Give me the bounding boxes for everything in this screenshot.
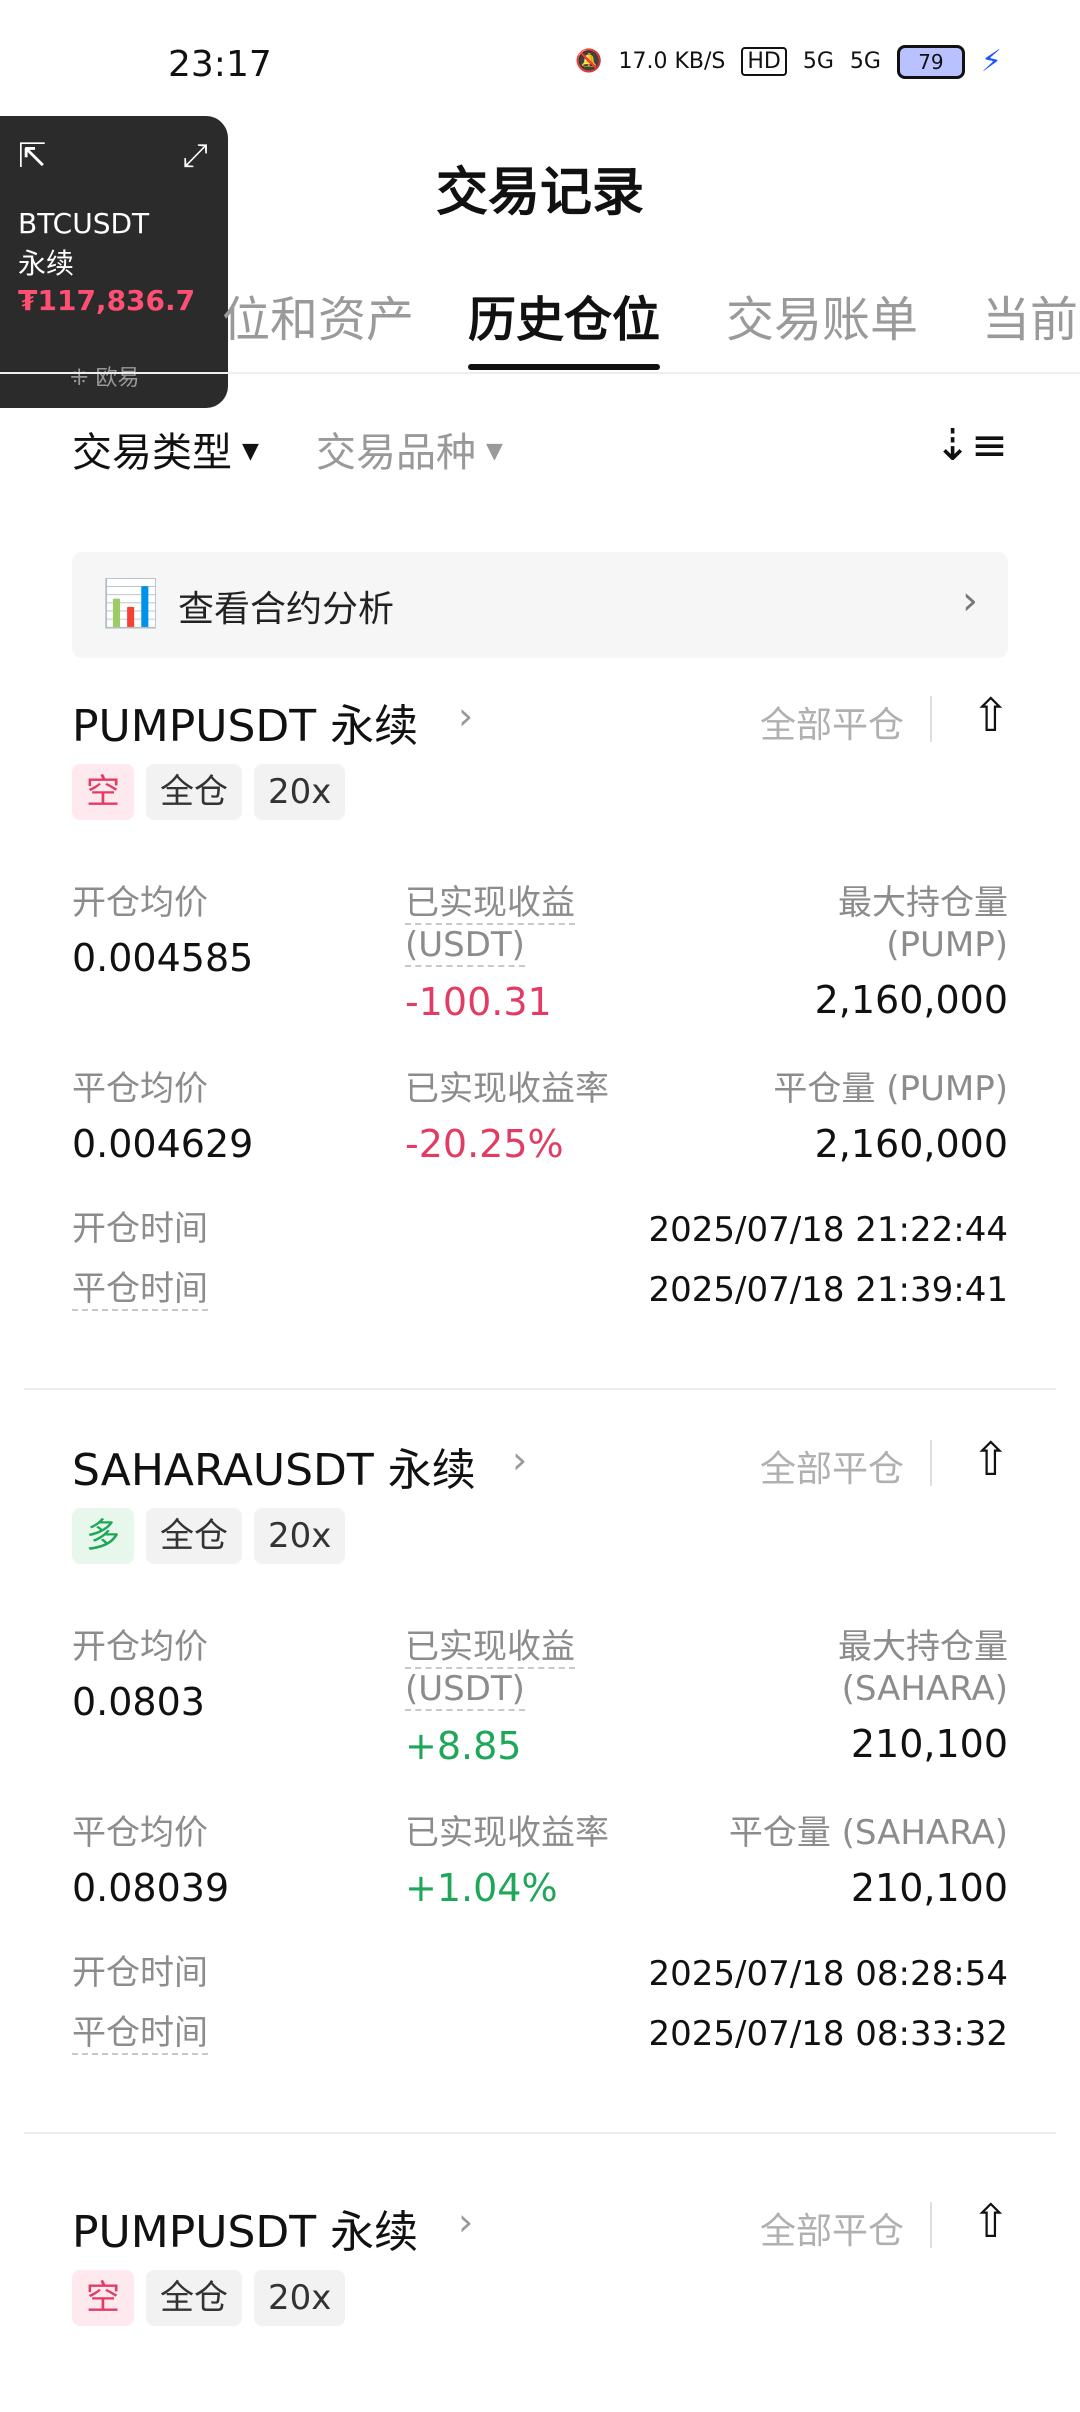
divider bbox=[930, 1440, 932, 1486]
pnl-label[interactable]: 已实现收益 (USDT) bbox=[405, 882, 575, 967]
pnl-value: -100.31 bbox=[405, 980, 552, 1024]
max-qty-label: 最大持仓量 (PUMP) bbox=[838, 883, 1008, 965]
badges: 空 全仓 20x bbox=[72, 764, 346, 820]
instrument-filter[interactable]: 交易品种 ▼ bbox=[316, 420, 503, 478]
max-qty-value: 2,160,000 bbox=[814, 978, 1008, 1022]
page-title: 交易记录 bbox=[435, 163, 644, 223]
close-all-label: 全部平仓 bbox=[759, 1449, 904, 1490]
badges: 多 全仓 20x bbox=[72, 1508, 346, 1564]
filter-bar: 交易类型 ▼ 交易品种 ▼ ⇣≡ bbox=[72, 420, 1008, 480]
divider bbox=[930, 696, 932, 742]
tab-current[interactable]: 当前 bbox=[982, 280, 1078, 350]
open-time-value: 2025/07/18 21:22:44 bbox=[648, 1210, 1008, 1250]
side-badge: 空 bbox=[72, 764, 134, 820]
pnl-rate-value: +1.04% bbox=[405, 1866, 558, 1910]
share-icon[interactable]: ⇧ bbox=[971, 688, 1010, 742]
card-divider bbox=[24, 2132, 1056, 2134]
close-all-label: 全部平仓 bbox=[759, 705, 904, 746]
position-card: SAHARAUSDT 永续 › 全部平仓 ⇧ 多 全仓 20x 开仓均价 0.0… bbox=[0, 1432, 1080, 2180]
caret-down-icon: ▼ bbox=[486, 439, 503, 464]
close-avg-value: 0.004629 bbox=[72, 1122, 254, 1166]
open-time-value: 2025/07/18 08:28:54 bbox=[648, 1954, 1008, 1994]
pnl-label[interactable]: 已实现收益 (USDT) bbox=[405, 1626, 575, 1711]
bar-chart-icon: 📊 bbox=[102, 576, 160, 630]
pnl-rate-label: 已实现收益率 bbox=[405, 1813, 609, 1853]
analysis-label: 查看合约分析 bbox=[178, 589, 395, 630]
open-avg-label: 开仓均价 bbox=[72, 1627, 208, 1667]
signal-5g-icon-2: 5G bbox=[849, 49, 881, 74]
share-icon[interactable]: ⇧ bbox=[971, 2194, 1010, 2248]
caret-down-icon: ▼ bbox=[242, 439, 259, 464]
close-time-label[interactable]: 平仓时间 bbox=[72, 1268, 208, 1311]
open-avg-value: 0.0803 bbox=[72, 1680, 205, 1724]
tab-bar: 位和资产 历史仓位 交易账单 当前 bbox=[0, 280, 1080, 374]
pnl-rate-label: 已实现收益率 bbox=[405, 1069, 609, 1109]
chevron-right-icon[interactable]: › bbox=[512, 1438, 527, 1482]
instrument-name[interactable]: PUMPUSDT 永续 bbox=[72, 2196, 418, 2260]
hd-icon: HD bbox=[741, 47, 787, 76]
trade-type-filter[interactable]: 交易类型 ▼ bbox=[72, 420, 259, 478]
tab-position-history[interactable]: 历史仓位 bbox=[468, 280, 661, 370]
side-badge: 空 bbox=[72, 2270, 134, 2326]
status-bar: 23:17 🔕 17.0 KB/S HD 5G 5G 79 ⚡ bbox=[0, 0, 1080, 120]
open-avg-label: 开仓均价 bbox=[72, 883, 208, 923]
net-speed: 17.0 KB/S bbox=[618, 49, 726, 74]
max-qty-label: 最大持仓量 (SAHARA) bbox=[838, 1627, 1008, 1709]
close-all-label: 全部平仓 bbox=[759, 2211, 904, 2252]
chevron-right-icon[interactable]: › bbox=[458, 694, 473, 738]
leverage-badge: 20x bbox=[254, 764, 346, 820]
tab-positions-assets[interactable]: 位和资产 bbox=[222, 280, 414, 350]
badges: 空 全仓 20x bbox=[72, 2270, 346, 2326]
close-qty-value: 210,100 bbox=[850, 1866, 1008, 1910]
instrument-name[interactable]: PUMPUSDT 永续 bbox=[72, 690, 418, 754]
close-time-label[interactable]: 平仓时间 bbox=[72, 2012, 208, 2055]
sort-icon[interactable]: ⇣≡ bbox=[934, 420, 1008, 471]
close-qty-label: 平仓量 (PUMP) bbox=[773, 1069, 1008, 1109]
close-qty-label: 平仓量 (SAHARA) bbox=[728, 1813, 1008, 1853]
chevron-right-icon[interactable]: › bbox=[458, 2200, 473, 2244]
margin-badge: 全仓 bbox=[146, 1508, 242, 1564]
close-time-value: 2025/07/18 08:33:32 bbox=[648, 2014, 1008, 2054]
margin-badge: 全仓 bbox=[146, 2270, 242, 2326]
close-avg-value: 0.08039 bbox=[72, 1866, 230, 1910]
battery-icon: 79 bbox=[896, 44, 965, 79]
status-time: 23:17 bbox=[168, 44, 272, 85]
max-qty-value: 210,100 bbox=[850, 1722, 1008, 1766]
tab-bills[interactable]: 交易账单 bbox=[726, 280, 918, 350]
chevron-right-icon: › bbox=[962, 578, 978, 624]
instrument-name[interactable]: SAHARAUSDT 永续 bbox=[72, 1434, 476, 1498]
signal-5g-icon: 5G bbox=[802, 49, 834, 74]
contract-analysis-link[interactable]: 📊 查看合约分析 › bbox=[72, 552, 1008, 658]
margin-badge: 全仓 bbox=[146, 764, 242, 820]
close-avg-label: 平仓均价 bbox=[72, 1069, 208, 1109]
status-icons: 🔕 17.0 KB/S HD 5G 5G 79 ⚡ bbox=[575, 44, 1002, 79]
leverage-badge: 20x bbox=[254, 1508, 346, 1564]
side-badge: 多 bbox=[72, 1508, 134, 1564]
position-card: PUMPUSDT 永续 › 全部平仓 ⇧ 空 全仓 20x 开仓均价 0.004… bbox=[0, 688, 1080, 1436]
open-time-label: 开仓时间 bbox=[72, 1953, 208, 1993]
pnl-rate-value: -20.25% bbox=[405, 1122, 564, 1166]
close-time-value: 2025/07/18 21:39:41 bbox=[648, 1270, 1008, 1310]
close-avg-label: 平仓均价 bbox=[72, 1813, 208, 1853]
pnl-value: +8.85 bbox=[405, 1724, 522, 1768]
position-card: PUMPUSDT 永续 › 全部平仓 ⇧ 空 全仓 20x bbox=[0, 2194, 1080, 2412]
mute-icon: 🔕 bbox=[575, 49, 603, 74]
close-qty-value: 2,160,000 bbox=[814, 1122, 1008, 1166]
open-time-label: 开仓时间 bbox=[72, 1209, 208, 1249]
divider bbox=[930, 2202, 932, 2248]
charging-icon: ⚡ bbox=[980, 44, 1002, 79]
card-divider bbox=[24, 1388, 1056, 1390]
leverage-badge: 20x bbox=[254, 2270, 346, 2326]
share-icon[interactable]: ⇧ bbox=[971, 1432, 1010, 1486]
open-avg-value: 0.004585 bbox=[72, 936, 254, 980]
